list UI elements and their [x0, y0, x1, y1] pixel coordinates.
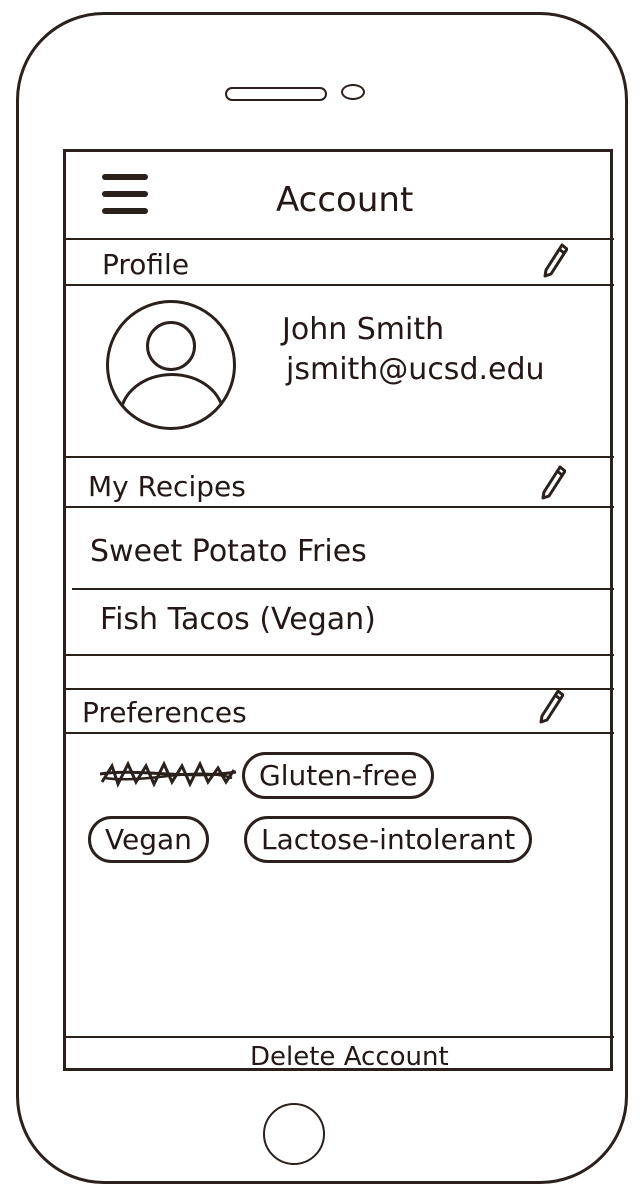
screen: Account Profile John Smith jsmith@ucsd.e…	[63, 149, 614, 1072]
header-divider	[66, 238, 614, 240]
recipes-header-divider	[66, 506, 614, 508]
hamburger-menu-icon[interactable]	[102, 174, 148, 222]
delete-account-button[interactable]: Delete Account	[250, 1042, 449, 1072]
recipe-item[interactable]: Fish Tacos (Vegan)	[100, 602, 376, 637]
recipes-bottom-divider	[66, 654, 614, 656]
preferences-top-divider	[66, 688, 614, 690]
front-camera	[341, 84, 365, 100]
preferences-header-divider	[66, 732, 614, 734]
phone-frame: Account Profile John Smith jsmith@ucsd.e…	[16, 12, 628, 1184]
profile-section-label: Profile	[102, 248, 190, 281]
user-avatar-icon	[106, 300, 236, 430]
home-button[interactable]	[263, 1103, 325, 1165]
recipes-section-label: My Recipes	[88, 470, 246, 503]
crossed-out-scribble	[99, 760, 237, 788]
preference-tag-lactose-intolerant[interactable]: Lactose-intolerant	[244, 816, 533, 863]
edit-recipes-pencil-icon[interactable]	[540, 464, 566, 500]
edit-profile-pencil-icon[interactable]	[542, 242, 568, 278]
page-title: Account	[276, 180, 414, 220]
speaker-slot	[225, 87, 327, 101]
profile-name: John Smith	[282, 312, 445, 347]
preferences-section-label: Preferences	[82, 696, 247, 729]
recipe-item[interactable]: Sweet Potato Fries	[90, 534, 367, 569]
profile-email: jsmith@ucsd.edu	[286, 352, 545, 387]
profile-bottom-divider	[66, 456, 614, 458]
preference-tag-vegan[interactable]: Vegan	[88, 816, 209, 863]
edit-preferences-pencil-icon[interactable]	[538, 688, 564, 724]
profile-header-divider	[66, 284, 614, 286]
recipe-divider	[72, 588, 614, 590]
footer-divider	[66, 1036, 614, 1038]
preference-tag-gluten-free[interactable]: Gluten-free	[242, 752, 435, 799]
